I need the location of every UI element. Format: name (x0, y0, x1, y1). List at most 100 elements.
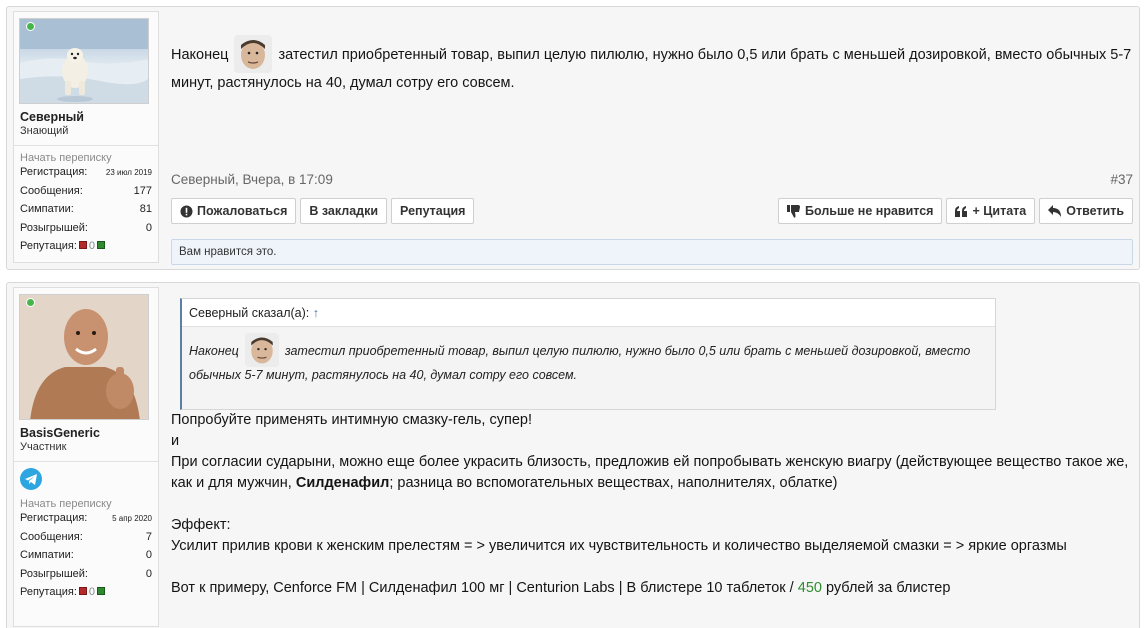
stat-value: 7 (145, 530, 152, 543)
stat-label: Сообщения: (20, 184, 83, 197)
online-indicator-icon (26, 298, 35, 307)
quote-block: Северный сказал(а): ↑ Наконец затестил пр… (180, 298, 996, 410)
message-line: и (171, 433, 180, 449)
start-conversation-link[interactable]: Начать переписку (20, 498, 152, 510)
bookmark-label: В закладки (309, 204, 379, 218)
report-button[interactable]: Пожаловаться (171, 198, 297, 224)
reputation-plus-icon[interactable] (97, 587, 106, 595)
stat-registration: Регистрация: 5 апр 2020 (20, 512, 152, 531)
divider (14, 145, 158, 146)
thumbs-down-icon (787, 204, 801, 218)
stat-label: Симпатии: (20, 203, 74, 215)
reputation-minus-icon[interactable] (78, 587, 87, 595)
message-text-part: ; разница во вспомогательных веществах, … (389, 475, 838, 491)
reputation-value: 0 (88, 586, 96, 598)
stat-likes: Симпатии: 81 (20, 203, 152, 222)
start-conversation-link[interactable]: Начать переписку (20, 152, 152, 164)
stat-label: Сообщения: (20, 530, 83, 543)
reputation-minus-icon[interactable] (78, 241, 87, 249)
person-avatar-image (20, 295, 148, 419)
quote-text: Наконец затестил приобретенный товар, вып… (182, 327, 995, 389)
post-author-time: Северный, Вчера, в 17:09 (171, 172, 333, 187)
post-number-link[interactable]: #37 (1110, 172, 1133, 187)
stat-value: 0 (145, 221, 152, 234)
likes-text: Вам нравится это. (179, 246, 277, 258)
stat-value: 177 (133, 184, 152, 197)
quote-author: Северный сказал(а): (189, 306, 310, 320)
quote-jump-arrow-icon[interactable]: ↑ (313, 306, 319, 320)
reply-button[interactable]: Ответить (1039, 198, 1133, 224)
reputation-plus-icon[interactable] (97, 241, 106, 249)
polar-bear-image (20, 19, 148, 103)
message-text-part: Наконец (171, 47, 229, 63)
message-bold-text: Силденафил (295, 475, 390, 491)
post-meta: Северный, Вчера, в 17:09 #37 (171, 172, 1133, 187)
message-line: Усилит прилив крови к женским прелестям … (171, 538, 1067, 554)
stat-messages: Сообщения: 177 (20, 185, 152, 204)
stat-giveaways: Розыгрышей: 0 (20, 568, 152, 587)
message-line: Попробуйте применять интимную смазку-гел… (171, 412, 532, 428)
reply-label: Ответить (1066, 204, 1124, 218)
online-indicator-icon (26, 22, 35, 31)
message-text: Наконец затестил приобретенный товар, вып… (171, 35, 1133, 94)
post-37: Северный Знающий Начать переписку Регист… (6, 6, 1140, 270)
quote-icon (955, 205, 968, 217)
telegram-icon[interactable] (20, 468, 42, 490)
post-38: BasisGeneric Участник Начать переписку Р… (6, 282, 1140, 628)
message-example: Вот к примеру, Cenforce FM | Силденафил … (171, 578, 1133, 599)
post-actions: Пожаловаться В закладки Репутация Больше… (171, 198, 1133, 224)
divider (14, 461, 158, 462)
stat-giveaways: Розыгрышей: 0 (20, 222, 152, 241)
user-info-panel: Северный Знающий Начать переписку Регист… (13, 11, 159, 263)
post-body: Наконец затестил приобретенный товар, вып… (171, 35, 1133, 94)
message-text-part: Вот к примеру, Cenforce FM | Силденафил … (171, 580, 798, 596)
stat-reputation: Репутация: 0 (20, 586, 152, 605)
smiley-icon (234, 35, 273, 73)
username[interactable]: Северный (20, 110, 152, 124)
bookmark-button[interactable]: В закладки (300, 198, 388, 224)
user-avatar[interactable] (19, 294, 149, 420)
quote-label: + Цитата (972, 204, 1027, 218)
likes-summary: Вам нравится это. (171, 239, 1133, 265)
stat-likes: Симпатии: 0 (20, 549, 152, 568)
unlike-button[interactable]: Больше не нравится (778, 198, 943, 224)
stat-registration: Регистрация: 23 июл 2019 (20, 166, 152, 185)
message-text-part: затестил приобретенный товар, выпил целу… (171, 47, 1132, 91)
stat-label: Репутация: (20, 240, 77, 252)
user-title: Знающий (20, 125, 69, 137)
price-value: 450 (797, 580, 822, 596)
quote-button[interactable]: + Цитата (946, 198, 1036, 224)
stat-label: Репутация: (20, 586, 77, 598)
user-title: Участник (20, 441, 67, 453)
post-time[interactable]: , Вчера, в 17:09 (235, 172, 333, 187)
post-author-link[interactable]: Северный (171, 172, 235, 187)
stat-value: 0 (145, 549, 152, 561)
stat-reputation: Репутация: 0 (20, 240, 152, 259)
reputation-value: 0 (88, 240, 96, 252)
quote-header: Северный сказал(а): ↑ (182, 299, 995, 327)
reputation-button[interactable]: Репутация (391, 198, 475, 224)
message-text-part: рублей за блистер (821, 580, 951, 596)
stat-value: 5 апр 2020 (112, 514, 152, 523)
stat-label: Розыгрышей: (20, 567, 88, 580)
stat-value: 23 июл 2019 (105, 168, 152, 177)
stat-value: 81 (139, 203, 152, 215)
username[interactable]: BasisGeneric (20, 426, 152, 440)
quote-text-part: Наконец (189, 344, 239, 358)
message-paragraph: При согласии сударыни, можно еще более у… (171, 452, 1133, 494)
unlike-label: Больше не нравится (805, 204, 934, 218)
alert-circle-icon (180, 205, 193, 217)
stat-messages: Сообщения: 7 (20, 531, 152, 550)
stat-value: 0 (145, 567, 152, 580)
stat-label: Регистрация: (20, 512, 88, 524)
user-avatar[interactable] (19, 18, 149, 104)
message-text: Попробуйте применять интимную смазку-гел… (171, 410, 1133, 599)
post-actions-right: Больше не нравится + Цитата Ответить (778, 198, 1133, 224)
smiley-icon (244, 333, 279, 367)
stat-label: Регистрация: (20, 166, 88, 178)
quote-text-part: затестил приобретенный товар, выпил целу… (189, 344, 971, 382)
user-info-panel: BasisGeneric Участник Начать переписку Р… (13, 287, 159, 627)
message-line: Эффект: (171, 517, 231, 533)
